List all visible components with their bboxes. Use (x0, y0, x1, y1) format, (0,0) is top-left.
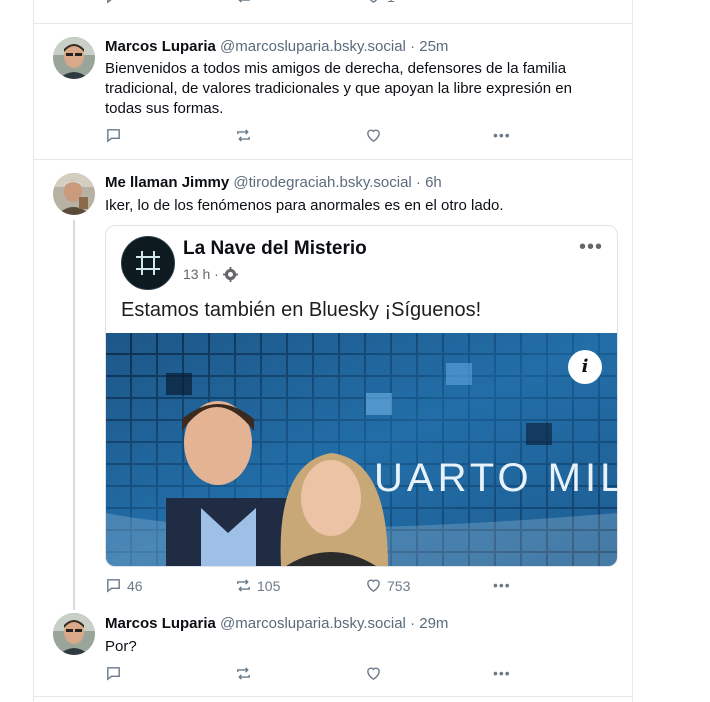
post-actions: ••• (105, 665, 545, 685)
reply-button[interactable] (105, 665, 127, 682)
reply-icon (107, 129, 120, 143)
post-actions: ••• (105, 127, 545, 147)
post-item[interactable]: Marcos Luparia @marcosluparia.bsky.socia… (34, 600, 632, 696)
card-text: Estamos también en Bluesky ¡Síguenos! (121, 299, 482, 321)
like-button[interactable] (365, 665, 387, 682)
post-actions: 46 105 753 ••• (105, 577, 545, 597)
previous-post-actions: 1 ••• (105, 0, 545, 8)
card-title[interactable]: La Nave del Misterio (183, 238, 367, 260)
info-icon[interactable]: i (568, 350, 602, 384)
reply-icon (107, 667, 120, 681)
ellipsis-icon: ••• (495, 0, 513, 4)
post-header: Me llaman Jimmy @tirodegraciah.bsky.soci… (105, 174, 442, 191)
author-name[interactable]: Marcos Luparia (105, 38, 216, 55)
author-name[interactable]: Me llaman Jimmy (105, 174, 229, 191)
card-time: 13 h · (183, 266, 219, 282)
repost-icon (237, 579, 250, 592)
like-count: 1 (387, 0, 395, 5)
like-button[interactable]: 1 (365, 0, 395, 5)
post-time[interactable]: · 25m (410, 38, 448, 55)
repost-count: 105 (257, 577, 281, 594)
like-button[interactable] (365, 127, 387, 144)
author-handle[interactable]: @marcosluparia.bsky.social (220, 615, 406, 632)
more-options-button[interactable]: ••• (495, 0, 513, 4)
more-options-button[interactable]: ••• (493, 665, 511, 681)
card-image[interactable]: UARTO MILENIO i (106, 333, 617, 566)
reply-button[interactable] (105, 0, 122, 5)
heart-icon (367, 579, 380, 593)
ellipsis-icon: ••• (493, 577, 511, 593)
reply-icon (107, 0, 120, 4)
divider (34, 696, 632, 697)
reply-button[interactable]: 46 (105, 577, 143, 594)
repost-button[interactable] (235, 665, 257, 682)
repost-button[interactable] (235, 127, 257, 144)
more-options-button[interactable]: ••• (493, 577, 511, 593)
reply-icon (107, 579, 120, 593)
post-feed: 1 ••• Marcos Luparia @marcosluparia.bsky… (33, 0, 633, 702)
card-meta: 13 h · (183, 266, 238, 282)
author-handle[interactable]: @marcosluparia.bsky.social (220, 38, 406, 55)
repost-icon (237, 667, 250, 680)
post-header: Marcos Luparia @marcosluparia.bsky.socia… (105, 615, 448, 632)
post-header: Marcos Luparia @marcosluparia.bsky.socia… (105, 38, 448, 55)
post-item[interactable]: Me llaman Jimmy @tirodegraciah.bsky.soci… (34, 160, 632, 610)
heart-icon (369, 0, 378, 4)
embedded-post-card[interactable]: La Nave del Misterio 13 h · ••• Estamos … (105, 225, 618, 567)
repost-icon (237, 129, 250, 142)
repost-button[interactable] (235, 0, 252, 5)
card-logo[interactable] (121, 236, 175, 290)
post-time[interactable]: · 29m (410, 615, 448, 632)
avatar[interactable] (53, 613, 95, 655)
avatar[interactable] (53, 173, 95, 215)
avatar[interactable] (53, 37, 95, 79)
heart-icon (367, 129, 380, 143)
thread-line (73, 220, 75, 610)
post-text: Bienvenidos a todos mis amigos de derech… (105, 60, 572, 117)
like-count: 753 (387, 577, 411, 594)
repost-button[interactable]: 105 (235, 577, 280, 594)
author-handle[interactable]: @tirodegraciah.bsky.social (233, 174, 411, 191)
post-item[interactable]: Marcos Luparia @marcosluparia.bsky.socia… (34, 24, 632, 159)
like-button[interactable]: 753 (365, 577, 410, 594)
post-time[interactable]: · 6h (416, 174, 442, 191)
ellipsis-icon: ••• (493, 665, 511, 681)
settings-icon (222, 266, 238, 282)
reply-button[interactable] (105, 127, 127, 144)
post-text: Por? (105, 638, 137, 655)
post-text: Iker, lo de los fenómenos para anormales… (105, 197, 504, 214)
card-more-button[interactable]: ••• (579, 236, 603, 259)
ellipsis-icon: ••• (493, 127, 511, 143)
image-caption: UARTO MILENIO (374, 456, 617, 500)
reply-count: 46 (127, 577, 143, 594)
repost-icon (238, 0, 250, 3)
heart-icon (367, 667, 380, 681)
more-options-button[interactable]: ••• (493, 127, 511, 143)
author-name[interactable]: Marcos Luparia (105, 615, 216, 632)
